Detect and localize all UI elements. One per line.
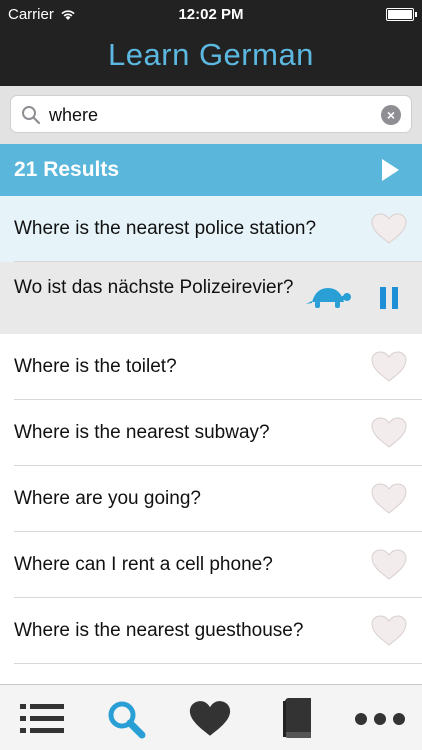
book-icon[interactable] bbox=[281, 698, 313, 738]
phrase-text: Where is the toilet? bbox=[14, 356, 177, 377]
phrase-text: Where is the nearest police station? bbox=[14, 218, 317, 239]
list-icon[interactable] bbox=[20, 703, 64, 735]
heart-icon[interactable] bbox=[370, 350, 408, 384]
clear-icon[interactable]: × bbox=[381, 105, 401, 125]
heart-icon[interactable] bbox=[370, 416, 408, 450]
list-item[interactable]: Where can I rent a cell phone? bbox=[0, 532, 422, 598]
search-bar: × bbox=[0, 86, 422, 144]
heart-icon[interactable] bbox=[370, 548, 408, 582]
tab-heart-icon[interactable] bbox=[188, 700, 232, 738]
results-count: 21 Results bbox=[14, 158, 120, 181]
list-item[interactable]: Where is the nearest subway? bbox=[0, 400, 422, 466]
translation-text: Wo ist das nächste Polizeirevier? bbox=[14, 277, 294, 298]
phrase-text: Where are you going? bbox=[14, 488, 201, 509]
list-item[interactable]: Where is the nearest guesthouse? bbox=[0, 598, 422, 664]
list-item[interactable]: Where are you going? bbox=[0, 466, 422, 532]
list-item[interactable]: Where is the toilet? bbox=[0, 334, 422, 400]
heart-icon[interactable] bbox=[370, 482, 408, 516]
status-time: 12:02 PM bbox=[178, 6, 244, 23]
pause-icon[interactable] bbox=[380, 287, 400, 309]
tab-search-icon[interactable] bbox=[106, 699, 146, 739]
more-icon[interactable] bbox=[354, 712, 406, 726]
play-icon[interactable] bbox=[380, 158, 400, 182]
tab-bar bbox=[0, 684, 422, 750]
nav-bar: Learn German bbox=[0, 30, 422, 86]
battery-icon bbox=[386, 8, 417, 21]
status-bar: Carrier 12:02 PM bbox=[0, 0, 422, 30]
search-input[interactable] bbox=[49, 102, 369, 128]
search-field[interactable]: × bbox=[10, 95, 412, 133]
phrase-text: Where is the nearest subway? bbox=[14, 422, 270, 443]
heart-icon[interactable] bbox=[370, 212, 408, 246]
results-bar: 21 Results bbox=[0, 144, 422, 196]
page-title: Learn German bbox=[108, 37, 314, 72]
heart-icon[interactable] bbox=[370, 614, 408, 648]
turtle-icon[interactable] bbox=[304, 286, 352, 310]
results-list: Where is the nearest police station? Wo … bbox=[0, 196, 422, 684]
phrase-text: Where is the nearest guesthouse? bbox=[14, 620, 304, 641]
list-item[interactable]: Where is the nearest police station? bbox=[0, 196, 422, 262]
row-divider bbox=[14, 663, 422, 664]
phrase-text: Where can I rent a cell phone? bbox=[14, 554, 273, 575]
search-icon bbox=[22, 106, 41, 125]
translation-row[interactable]: Wo ist das nächste Polizeirevier? bbox=[0, 262, 422, 334]
